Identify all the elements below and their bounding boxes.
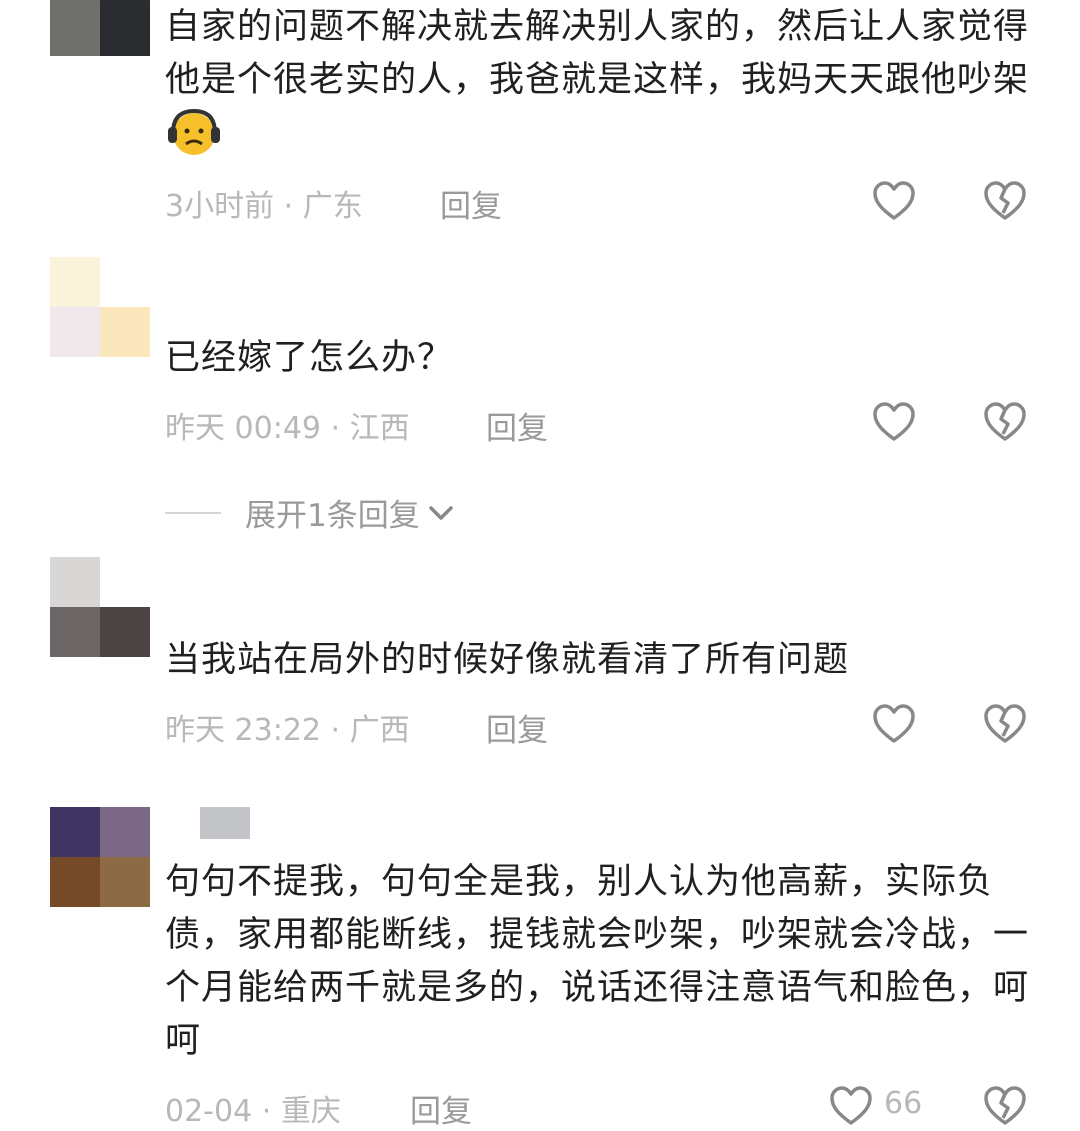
broken-heart-icon xyxy=(984,181,1026,220)
avatar-tile xyxy=(50,6,100,56)
headphones-face-emoji-icon xyxy=(165,107,223,157)
meta-separator: · xyxy=(330,713,341,748)
comment-text: 当我站在局外的时候好像就看清了所有问题 xyxy=(165,640,850,680)
meta-separator: · xyxy=(261,1094,272,1129)
meta-separator: · xyxy=(330,411,341,446)
avatar-tile xyxy=(100,257,150,307)
divider-line xyxy=(165,511,221,514)
avatar-tile xyxy=(100,6,150,56)
comment-meta: 昨天 00:49 · 江西 xyxy=(165,403,410,447)
dislike-button[interactable] xyxy=(982,401,1028,443)
comment-location: 广东 xyxy=(302,189,363,224)
heart-outline-icon xyxy=(873,402,915,441)
avatar[interactable] xyxy=(50,557,150,657)
username-blurred[interactable] xyxy=(200,807,250,839)
heart-outline-icon xyxy=(873,704,915,743)
avatar-tile xyxy=(100,307,150,357)
comment-meta: 02-04 · 重庆 xyxy=(165,1086,341,1130)
like-count: 66 xyxy=(884,1086,923,1121)
chevron-down-icon xyxy=(428,505,453,520)
avatar[interactable] xyxy=(50,0,150,56)
reply-button[interactable]: 回复 xyxy=(410,1086,472,1131)
expand-replies-label: 展开1条回复 xyxy=(245,498,420,534)
avatar-tile xyxy=(50,557,100,607)
avatar-tile xyxy=(100,857,150,907)
meta-separator: · xyxy=(283,189,294,224)
heart-outline-icon xyxy=(830,1086,872,1125)
avatar[interactable] xyxy=(50,807,150,907)
comment-time: 02-04 xyxy=(165,1094,253,1129)
comment-meta: 昨天 23:22 · 广西 xyxy=(165,705,410,749)
comment-time: 昨天 23:22 xyxy=(165,713,321,748)
broken-heart-icon xyxy=(984,1086,1026,1125)
like-button[interactable] xyxy=(828,1085,874,1127)
comment-text-content: 自家的问题不解决就去解决别人家的，然后让人家觉得他是个很老实的人，我爸就是这样，… xyxy=(165,7,1030,100)
avatar-tile xyxy=(50,807,100,857)
dislike-button[interactable] xyxy=(982,703,1028,745)
comment-location: 江西 xyxy=(349,411,410,446)
avatar-tile xyxy=(50,307,100,357)
avatar[interactable] xyxy=(50,257,150,357)
broken-heart-icon xyxy=(984,704,1026,743)
avatar-tile xyxy=(50,857,100,907)
comment-location: 广西 xyxy=(349,713,410,748)
comment-text: 自家的问题不解决就去解决别人家的，然后让人家觉得他是个很老实的人，我爸就是这样，… xyxy=(165,1,1035,165)
expand-replies-button[interactable]: 展开1条回复 xyxy=(165,490,454,535)
reply-button[interactable]: 回复 xyxy=(440,181,502,226)
reply-button[interactable]: 回复 xyxy=(486,705,548,750)
heart-outline-icon xyxy=(873,181,915,220)
dislike-button[interactable] xyxy=(982,180,1028,222)
like-button[interactable] xyxy=(871,401,917,443)
avatar-tile xyxy=(100,557,150,607)
dislike-button[interactable] xyxy=(982,1085,1028,1127)
avatar-tile xyxy=(50,607,100,657)
comment-meta: 3小时前 · 广东 xyxy=(165,181,363,225)
avatar-tile xyxy=(50,257,100,307)
broken-heart-icon xyxy=(984,402,1026,441)
comment-text: 已经嫁了怎么办？ xyxy=(165,338,454,378)
avatar-tile xyxy=(100,607,150,657)
comment-location: 重庆 xyxy=(280,1094,341,1129)
avatar-tile xyxy=(100,807,150,857)
comment-time: 昨天 00:49 xyxy=(165,411,321,446)
comment-time: 3小时前 xyxy=(165,189,275,224)
like-button[interactable] xyxy=(871,180,917,222)
like-button[interactable] xyxy=(871,703,917,745)
comment-text: 句句不提我，句句全是我，别人认为他高薪，实际负债，家用都能断线，提钱就会吵架，吵… xyxy=(165,862,1030,1061)
reply-button[interactable]: 回复 xyxy=(486,403,548,448)
